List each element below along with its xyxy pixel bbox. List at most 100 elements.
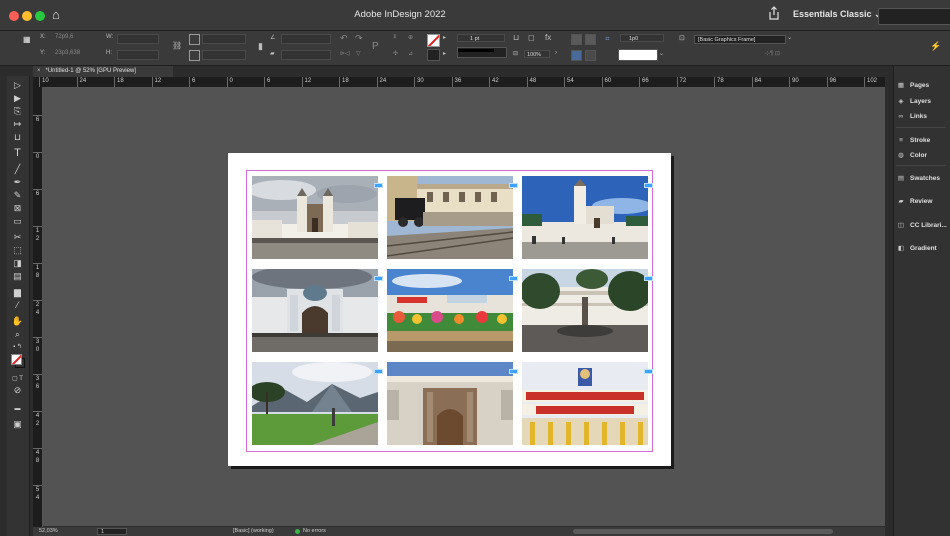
workspace-switcher[interactable]: Essentials Classic ⌄ bbox=[793, 9, 882, 20]
note-tool-icon[interactable]: ▆ bbox=[10, 287, 25, 298]
panel-links[interactable]: ∞ Links bbox=[896, 111, 927, 123]
x-position-field[interactable]: 72p9,6 bbox=[55, 34, 73, 40]
pen-tool-icon[interactable]: ✒ bbox=[10, 177, 25, 188]
zoom-tool-icon[interactable]: ⌕ bbox=[10, 329, 25, 340]
fit-frame-icon[interactable] bbox=[571, 34, 582, 45]
spacing-field[interactable]: 1p0 bbox=[620, 34, 664, 42]
apply-none-icon[interactable]: ⊘ bbox=[10, 385, 25, 396]
frame-link-badge[interactable] bbox=[374, 369, 383, 374]
flip-horizontal-icon[interactable]: ⊳◁ bbox=[340, 50, 350, 57]
zoom-level[interactable]: 52,03% bbox=[39, 527, 58, 536]
photo-frame-3[interactable] bbox=[522, 176, 648, 259]
select-container-icon[interactable]: ⫫ bbox=[393, 34, 396, 41]
rotation-field[interactable] bbox=[281, 34, 331, 44]
pencil-tool-icon[interactable]: ✎ bbox=[10, 190, 25, 201]
y-position-field[interactable]: 23p3,638 bbox=[55, 50, 80, 56]
page-number-field[interactable]: 1 bbox=[97, 528, 127, 535]
rotate-ccw-icon[interactable]: ↶ bbox=[340, 33, 348, 44]
document-tab[interactable]: × *Untitled-1 @ 52% [GPU Preview] bbox=[33, 66, 173, 77]
type-tool-icon[interactable]: T bbox=[10, 148, 25, 159]
photo-frame-1[interactable] bbox=[252, 176, 378, 259]
frame-link-badge[interactable] bbox=[509, 183, 518, 188]
rectangle-tool-icon[interactable]: ▭ bbox=[10, 216, 25, 227]
constrain-scale-icon[interactable]: ▮ bbox=[258, 41, 263, 52]
frame-link-badge[interactable] bbox=[509, 369, 518, 374]
screen-mode-normal-icon[interactable]: ▬ bbox=[10, 404, 25, 415]
preflight-profile[interactable]: [Basic] (working) bbox=[233, 527, 274, 536]
panel-color[interactable]: ◍ Color bbox=[896, 150, 927, 162]
panel-swatches[interactable]: ▤ Swatches bbox=[896, 173, 940, 185]
frame-link-badge[interactable] bbox=[374, 276, 383, 281]
photo-frame-9[interactable] bbox=[522, 362, 648, 445]
scale-percent-field[interactable]: 100% bbox=[524, 50, 550, 58]
panel-layers[interactable]: ◈ Layers bbox=[896, 96, 931, 108]
panel-gradient[interactable]: ◧ Gradient bbox=[896, 243, 937, 255]
shear-field[interactable] bbox=[281, 50, 331, 60]
page-tool-icon[interactable]: ⎘ bbox=[10, 106, 25, 117]
direct-selection-tool-icon[interactable]: ▶ bbox=[10, 93, 25, 104]
fill-frame-icon[interactable] bbox=[571, 50, 582, 61]
photo-frame-4[interactable] bbox=[252, 269, 378, 352]
share-icon[interactable] bbox=[768, 6, 780, 20]
height-field[interactable] bbox=[117, 50, 159, 60]
stroke-dropdown-icon[interactable]: ▸ bbox=[443, 50, 446, 57]
object-style-dropdown[interactable]: [Basic Graphics Frame] bbox=[694, 35, 786, 44]
scissors-tool-icon[interactable]: ✂ bbox=[10, 232, 25, 243]
scale-dropdown-icon[interactable]: › bbox=[555, 50, 557, 56]
select-previous-icon[interactable]: ✣ bbox=[393, 50, 398, 57]
search-input[interactable] bbox=[878, 8, 950, 25]
stroke-swatch[interactable] bbox=[427, 49, 440, 61]
gap-tool-icon[interactable]: ↦ bbox=[10, 119, 25, 130]
line-tool-icon[interactable]: ╱ bbox=[10, 164, 25, 175]
clear-overrides-icon[interactable]: ⊹¶ ⊡· bbox=[765, 50, 782, 57]
selection-tool-icon[interactable]: ▷ bbox=[10, 80, 25, 91]
preflight-errors[interactable]: No errors bbox=[303, 527, 326, 536]
close-tab-icon[interactable]: × bbox=[37, 68, 41, 74]
screen-mode-icon[interactable]: ▣ bbox=[10, 419, 25, 430]
quick-actions-icon[interactable]: ⚡ bbox=[930, 41, 941, 52]
formatting-affects-container-icon[interactable]: ▢ T bbox=[10, 374, 25, 385]
photo-frame-2[interactable] bbox=[387, 176, 513, 259]
gradient-feather-tool-icon[interactable]: ▤ bbox=[10, 271, 25, 282]
rectangle-frame-tool-icon[interactable]: ⊠ bbox=[10, 203, 25, 214]
scale-x-field[interactable] bbox=[202, 34, 246, 44]
content-collector-icon[interactable]: ⊔ bbox=[10, 132, 25, 143]
width-field[interactable] bbox=[117, 34, 159, 44]
rotate-cw-icon[interactable]: ↷ bbox=[355, 33, 363, 44]
default-fill-stroke-icon[interactable]: ▪ ↰ bbox=[10, 342, 25, 353]
flip-vertical-icon[interactable]: ▽ bbox=[356, 50, 361, 57]
constrain-proportions-icon[interactable]: ⛓ bbox=[172, 41, 182, 50]
photo-frame-5[interactable] bbox=[387, 269, 513, 352]
panel-review[interactable]: ▰ Review bbox=[896, 196, 933, 208]
text-wrap-none-icon[interactable]: ⊔ bbox=[513, 33, 519, 42]
frame-link-badge[interactable] bbox=[644, 183, 653, 188]
frame-color-swatch[interactable] bbox=[618, 49, 658, 61]
hand-tool-icon[interactable]: ✋ bbox=[10, 316, 25, 327]
panel-pages[interactable]: ▦ Pages bbox=[896, 80, 929, 92]
eyedropper-tool-icon[interactable]: ⁄ bbox=[10, 300, 25, 311]
frame-link-badge[interactable] bbox=[644, 276, 653, 281]
scale-y-field[interactable] bbox=[202, 50, 246, 60]
fill-box[interactable] bbox=[11, 354, 22, 365]
stroke-weight-field[interactable]: 1 pt bbox=[457, 34, 505, 42]
photo-frame-8[interactable] bbox=[387, 362, 513, 445]
reference-point-icon[interactable]: ▦ bbox=[23, 35, 31, 44]
frame-link-badge[interactable] bbox=[374, 183, 383, 188]
frame-link-badge[interactable] bbox=[644, 369, 653, 374]
photo-frame-6[interactable] bbox=[522, 269, 648, 352]
free-transform-tool-icon[interactable]: ⬚ bbox=[10, 245, 25, 256]
fill-swatch[interactable] bbox=[427, 34, 440, 47]
center-content-icon[interactable] bbox=[585, 50, 596, 61]
frame-color-dropdown-icon[interactable]: ⌄ bbox=[659, 50, 664, 57]
effects-icon[interactable]: fx bbox=[545, 33, 551, 42]
gradient-tool-icon[interactable]: ◨ bbox=[10, 258, 25, 269]
corner-options-icon[interactable]: ◻ bbox=[528, 33, 535, 42]
frame-link-badge[interactable] bbox=[509, 276, 518, 281]
panel-cc-librari[interactable]: ◫ CC Librari... bbox=[896, 220, 947, 232]
auto-fit-icon[interactable]: ⌗ bbox=[605, 34, 610, 44]
select-next-icon[interactable]: ⊿ bbox=[408, 50, 413, 57]
panel-stroke[interactable]: ≡ Stroke bbox=[896, 135, 930, 147]
select-content-icon[interactable]: ⊕ bbox=[408, 34, 413, 41]
fit-content-icon[interactable] bbox=[585, 34, 596, 45]
photo-frame-7[interactable] bbox=[252, 362, 378, 445]
